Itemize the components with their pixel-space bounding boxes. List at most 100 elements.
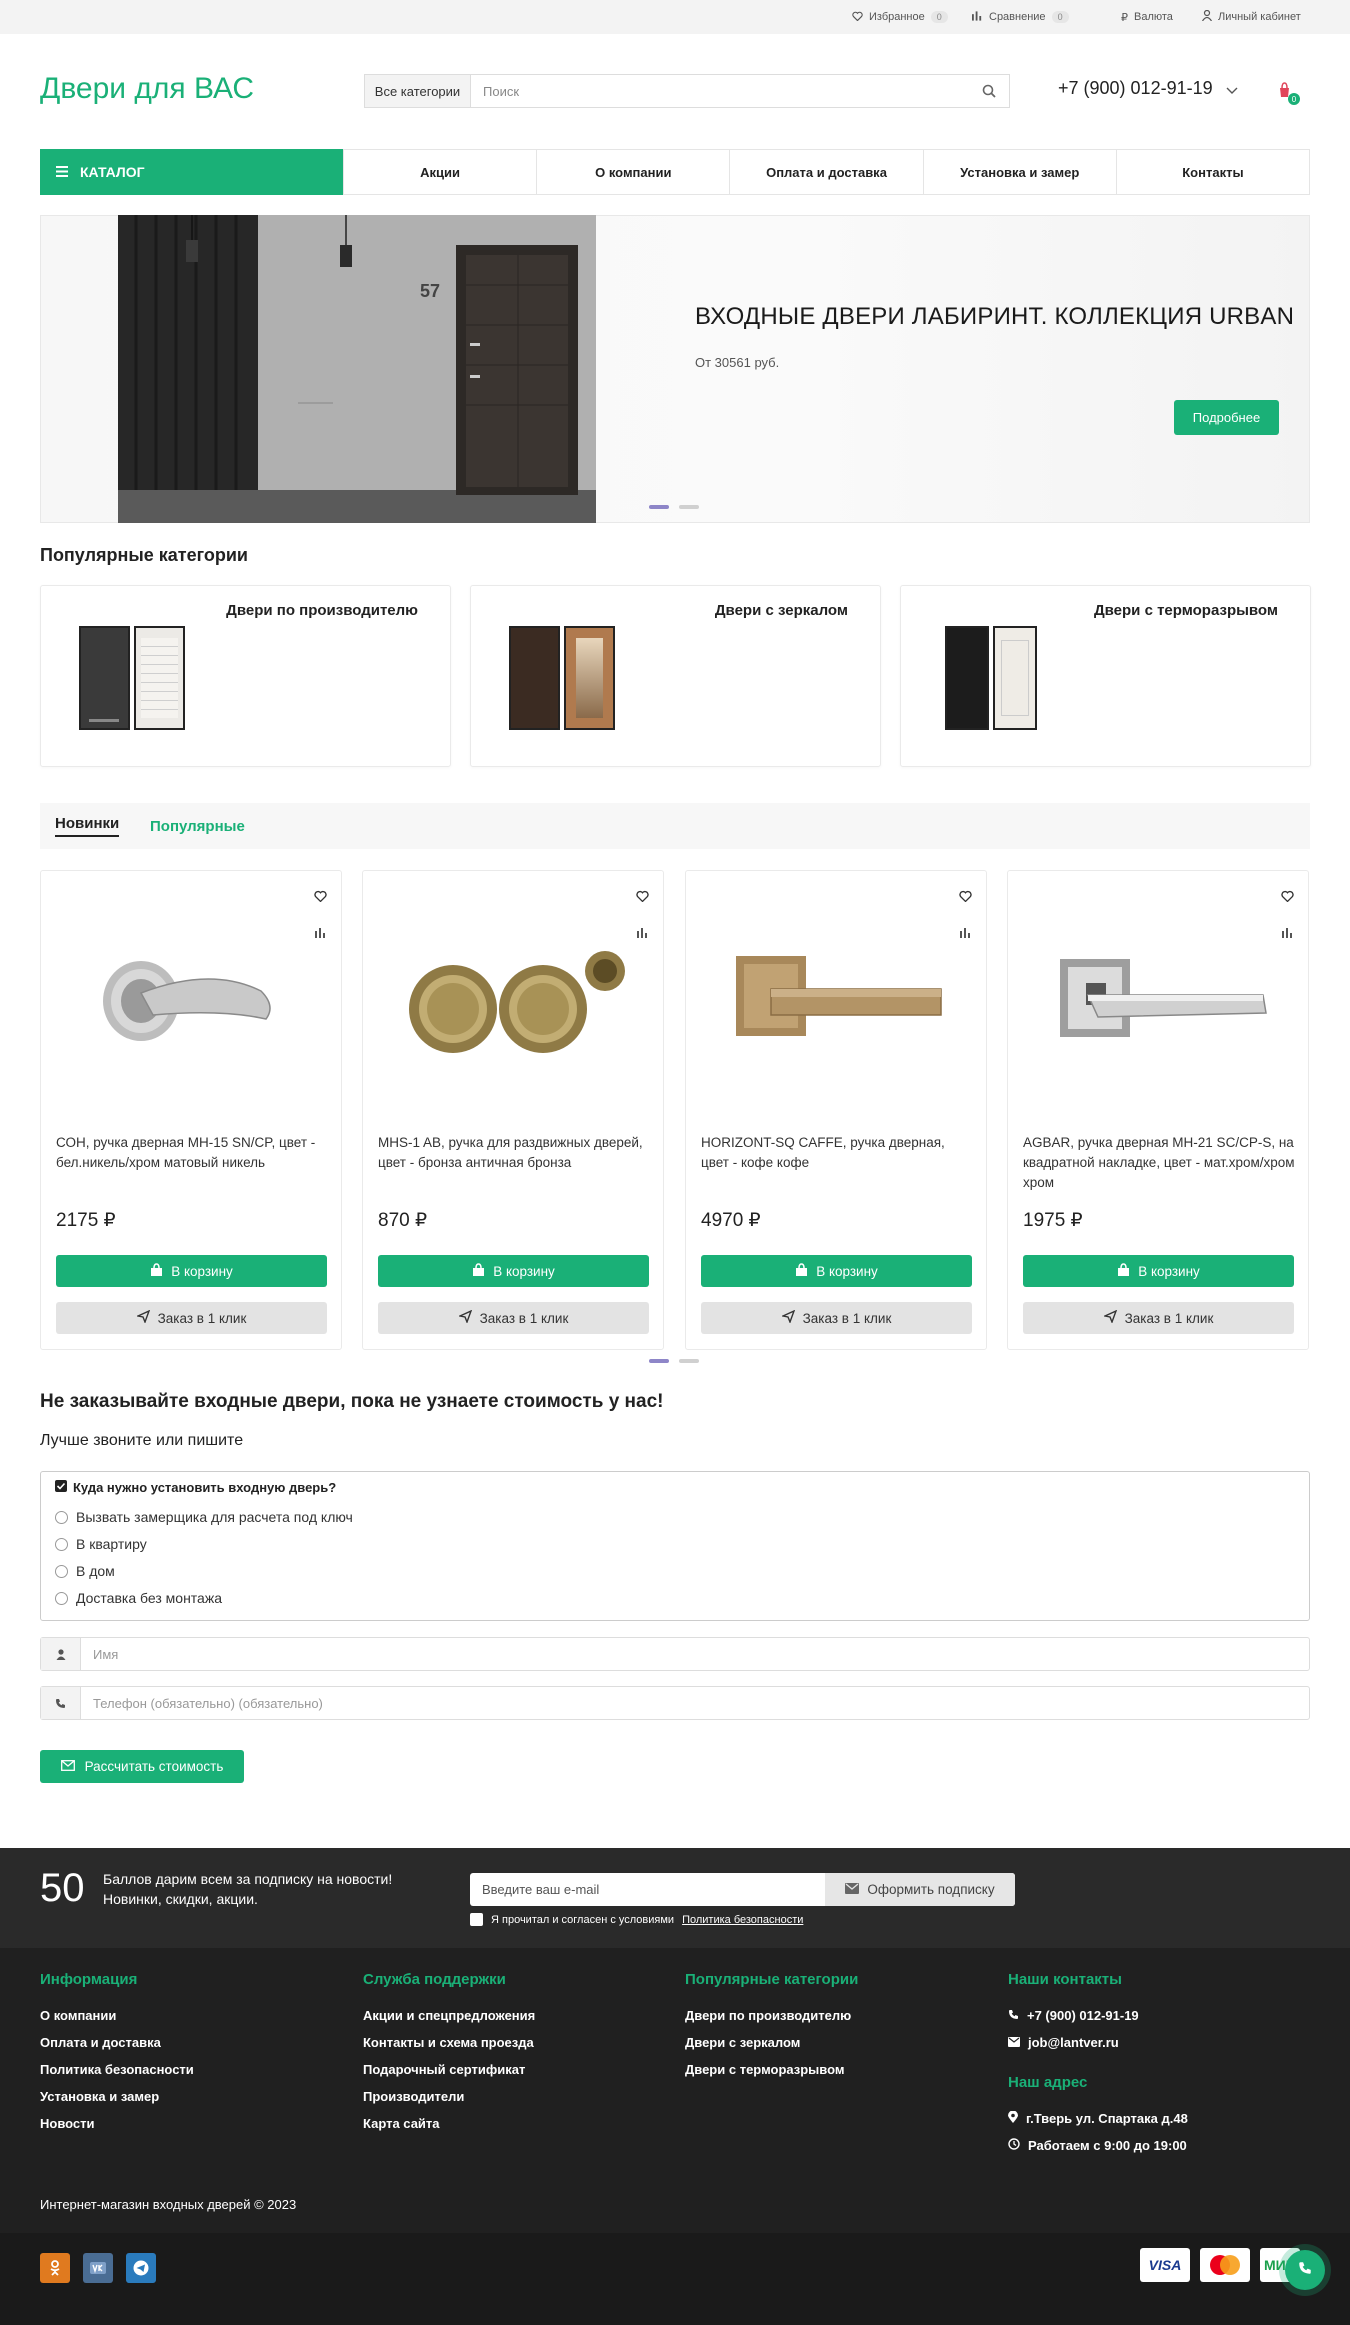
radio-button[interactable] xyxy=(55,1564,68,1578)
product-image[interactable] xyxy=(716,931,956,1061)
slider-dot[interactable] xyxy=(679,505,699,509)
compare-count: 0 xyxy=(1051,11,1069,23)
category-card-mirror[interactable]: Двери с зеркалом xyxy=(470,585,881,767)
product-image[interactable] xyxy=(1038,931,1278,1061)
add-to-cart-button[interactable]: В корзину xyxy=(701,1255,972,1287)
catalog-button[interactable]: КАТАЛОГ xyxy=(40,149,343,195)
radio-button[interactable] xyxy=(55,1510,68,1524)
search-category-select[interactable]: Все категории xyxy=(365,75,471,107)
footer-link[interactable]: Оплата и доставка xyxy=(40,2035,161,2050)
slider-dot-active[interactable] xyxy=(649,505,669,509)
footer-link[interactable]: Карта сайта xyxy=(363,2116,440,2131)
nav-item-promo[interactable]: Акции xyxy=(343,150,536,194)
radio-button[interactable] xyxy=(55,1537,68,1551)
telegram-icon[interactable] xyxy=(126,2253,156,2283)
subscribe-button[interactable]: Оформить подписку xyxy=(825,1873,1015,1906)
footer-link[interactable]: Двери по производителю xyxy=(685,2008,851,2023)
search-input[interactable]: Поиск xyxy=(471,75,969,107)
product-card: AGBAR, ручка дверная MH-21 SC/CP-S, на к… xyxy=(1007,870,1309,1350)
heart-icon[interactable] xyxy=(1281,889,1294,907)
envelope-icon xyxy=(1008,2035,1020,2050)
footer-link[interactable]: Контакты и схема проезда xyxy=(363,2035,534,2050)
currency-selector[interactable]: ₽ Валюта xyxy=(1121,0,1173,34)
nav-item-payment-delivery[interactable]: Оплата и доставка xyxy=(729,150,922,194)
checkbox-checked-icon[interactable] xyxy=(55,1480,67,1495)
privacy-policy-link[interactable]: Политика безопасности xyxy=(682,1914,803,1926)
category-card-title: Двери с зеркалом xyxy=(714,602,848,619)
compare-icon[interactable] xyxy=(960,925,972,943)
product-name[interactable]: HORIZONT-SQ CAFFE, ручка дверная, цвет -… xyxy=(701,1133,973,1173)
site-logo[interactable]: Двери для ВАС xyxy=(40,72,254,106)
favorites-link[interactable]: Избранное 0 xyxy=(852,0,948,34)
nav-item-about[interactable]: О компании xyxy=(536,150,729,194)
nav-item-installation[interactable]: Установка и замер xyxy=(922,150,1116,194)
compare-icon[interactable] xyxy=(315,925,327,943)
footer-email[interactable]: job@lantver.ru xyxy=(1008,2035,1119,2050)
product-name[interactable]: MHS-1 AB, ручка для раздвижных дверей, ц… xyxy=(378,1133,650,1173)
product-price: 2175 ₽ xyxy=(56,1210,116,1231)
footer-phone[interactable]: +7 (900) 012-91-19 xyxy=(1008,2008,1139,2023)
option-delivery[interactable]: Доставка без монтажа xyxy=(55,1590,222,1606)
footer-link[interactable]: Установка и замер xyxy=(40,2089,159,2104)
tab-popular[interactable]: Популярные xyxy=(150,803,245,849)
footer-link[interactable]: Двери с терморазрывом xyxy=(685,2062,845,2077)
footer-info-title: Информация xyxy=(40,1971,138,1988)
account-link[interactable]: Личный кабинет xyxy=(1201,0,1301,34)
compare-icon[interactable] xyxy=(637,925,649,943)
option-apartment[interactable]: В квартиру xyxy=(55,1536,147,1552)
footer-link[interactable]: Новости xyxy=(40,2116,95,2131)
chevron-down-icon[interactable] xyxy=(1225,82,1239,100)
visa-icon: VISA xyxy=(1140,2248,1190,2282)
name-field[interactable]: Имя xyxy=(40,1637,1310,1671)
agree-checkbox[interactable] xyxy=(470,1913,483,1926)
one-click-order-button[interactable]: Заказ в 1 клик xyxy=(1023,1302,1294,1334)
question-title: Куда нужно установить входную дверь? xyxy=(55,1480,336,1495)
popular-categories-title: Популярные категории xyxy=(40,545,248,565)
add-to-cart-button[interactable]: В корзину xyxy=(56,1255,327,1287)
email-input[interactable]: Введите ваш e-mail xyxy=(470,1873,825,1906)
one-click-order-button[interactable]: Заказ в 1 клик xyxy=(56,1302,327,1334)
hero-more-button[interactable]: Подробнее xyxy=(1174,400,1279,435)
footer-link[interactable]: Производители xyxy=(363,2089,464,2104)
products-dot-active[interactable] xyxy=(649,1359,669,1363)
option-house[interactable]: В дом xyxy=(55,1563,115,1579)
tab-new[interactable]: Новинки xyxy=(55,803,120,849)
product-image[interactable] xyxy=(393,931,633,1061)
nav-item-contacts[interactable]: Контакты xyxy=(1115,150,1309,194)
search-icon[interactable] xyxy=(969,75,1009,107)
compare-icon[interactable] xyxy=(1282,925,1294,943)
vk-icon[interactable] xyxy=(83,2253,113,2283)
bag-icon xyxy=(472,1263,485,1279)
footer-link[interactable]: Двери с зеркалом xyxy=(685,2035,800,2050)
option-label: В квартиру xyxy=(76,1536,147,1552)
radio-button[interactable] xyxy=(55,1591,68,1605)
footer-address-text: г.Тверь ул. Спартака д.48 xyxy=(1026,2111,1188,2126)
heart-icon[interactable] xyxy=(959,889,972,907)
heart-icon[interactable] xyxy=(314,889,327,907)
products-dot[interactable] xyxy=(679,1359,699,1363)
category-card-manufacturer[interactable]: Двери по производителю xyxy=(40,585,451,767)
footer-link[interactable]: О компании xyxy=(40,2008,116,2023)
add-to-cart-button[interactable]: В корзину xyxy=(1023,1255,1294,1287)
phone-field[interactable]: Телефон (обязательно) (обязательно) xyxy=(40,1686,1310,1720)
envelope-icon xyxy=(60,1759,75,1774)
product-name[interactable]: AGBAR, ручка дверная MH-21 SC/CP-S, на к… xyxy=(1023,1133,1295,1193)
calculate-cost-button[interactable]: Рассчитать стоимость xyxy=(40,1750,244,1783)
currency-label: Валюта xyxy=(1134,11,1173,23)
category-card-thermal[interactable]: Двери с терморазрывом xyxy=(900,585,1311,767)
add-to-cart-button[interactable]: В корзину xyxy=(378,1255,649,1287)
footer-link[interactable]: Политика безопасности xyxy=(40,2062,194,2077)
odnoklassniki-icon[interactable] xyxy=(40,2253,70,2283)
header-phone[interactable]: +7 (900) 012-91-19 xyxy=(1058,78,1213,99)
heart-icon[interactable] xyxy=(636,889,649,907)
option-measurer[interactable]: Вызвать замерщика для расчета под ключ xyxy=(55,1509,353,1525)
footer-link[interactable]: Подарочный сертификат xyxy=(363,2062,525,2077)
one-click-order-button[interactable]: Заказ в 1 клик xyxy=(378,1302,649,1334)
callback-phone-button[interactable] xyxy=(1285,2250,1325,2290)
add-to-cart-label: В корзину xyxy=(816,1263,878,1279)
compare-link[interactable]: Сравнение 0 xyxy=(972,0,1069,34)
footer-link[interactable]: Акции и спецпредложения xyxy=(363,2008,535,2023)
one-click-order-button[interactable]: Заказ в 1 клик xyxy=(701,1302,972,1334)
product-name[interactable]: СОН, ручка дверная MH-15 SN/CP, цвет - б… xyxy=(56,1133,328,1173)
product-image[interactable] xyxy=(71,931,311,1061)
